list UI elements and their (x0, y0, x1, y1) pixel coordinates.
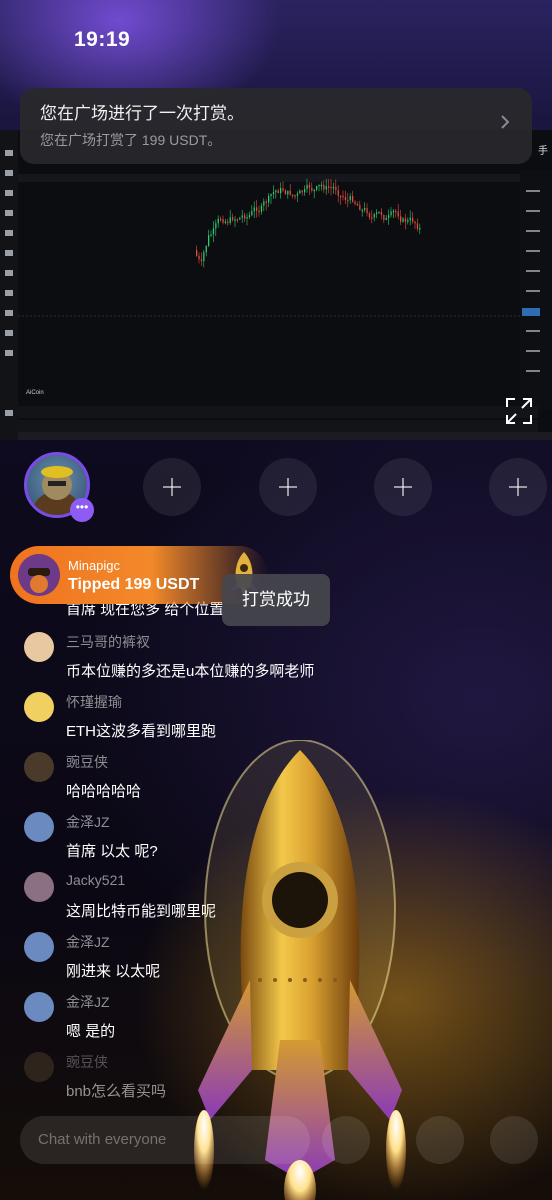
avatar[interactable] (24, 992, 54, 1022)
more-button[interactable] (490, 1116, 538, 1164)
more-icon[interactable]: ••• (70, 498, 94, 522)
chat-input[interactable]: Chat with everyone (20, 1116, 310, 1164)
notification-banner[interactable]: 您在广场进行了一次打赏。 您在广场打赏了 199 USDT。 (20, 88, 532, 164)
add-seat-button[interactable] (143, 458, 201, 516)
chat-username: 金泽JZ (66, 814, 110, 830)
gift-button[interactable] (416, 1116, 464, 1164)
chat-username: 金泽JZ (66, 934, 110, 950)
add-seat-button[interactable] (489, 458, 547, 516)
chevron-right-icon (501, 115, 510, 129)
chat-username: 三马哥的裤衩 (66, 634, 150, 650)
success-toast: 打赏成功 (222, 574, 330, 626)
chat-username: 豌豆侠 (66, 1054, 108, 1070)
chat-username: Jacky521 (66, 872, 126, 888)
chat-text: 嗯 是的 (66, 1023, 116, 1040)
chart-watermark: AiCoin (26, 390, 44, 396)
candlestick-chart (0, 130, 552, 440)
chat-text: 哈哈哈哈哈 (66, 783, 142, 800)
avatar[interactable] (24, 812, 54, 842)
chart-screenshot: AiCoin 手 (0, 130, 552, 440)
fullscreen-icon[interactable] (504, 396, 534, 426)
chat-username: 怀瑾握瑜 (66, 694, 122, 710)
chat-text: bnb怎么看买吗 (66, 1083, 167, 1100)
avatar[interactable] (24, 692, 54, 722)
notification-body: 您在广场打赏了 199 USDT。 (40, 132, 222, 148)
chat-text: 币本位赚的多还是u本位赚的多啊老师 (66, 663, 315, 680)
avatar[interactable] (24, 632, 54, 662)
chat-text: 首席 以太 呢? (66, 843, 158, 860)
avatar[interactable] (24, 872, 54, 902)
chat-text: 刚进来 以太呢 (66, 963, 161, 980)
notification-title: 您在广场进行了一次打赏。 (40, 104, 244, 123)
chat-text: ETH这波多看到哪里跑 (66, 723, 217, 740)
add-seat-button[interactable] (374, 458, 432, 516)
add-seat-button[interactable] (259, 458, 317, 516)
tip-amount: Tipped 199 USDT (68, 576, 200, 593)
avatar[interactable] (24, 932, 54, 962)
tip-user-avatar (18, 554, 60, 596)
chat-username: 金泽JZ (66, 994, 110, 1010)
avatar[interactable] (24, 1052, 54, 1082)
chat-username: 豌豆侠 (66, 754, 108, 770)
chart-side-label: 手 (538, 146, 548, 157)
mic-button[interactable] (322, 1116, 370, 1164)
tip-user-name: Minapigc (68, 558, 121, 573)
status-time: 19:19 (74, 28, 131, 51)
avatar[interactable] (24, 752, 54, 782)
